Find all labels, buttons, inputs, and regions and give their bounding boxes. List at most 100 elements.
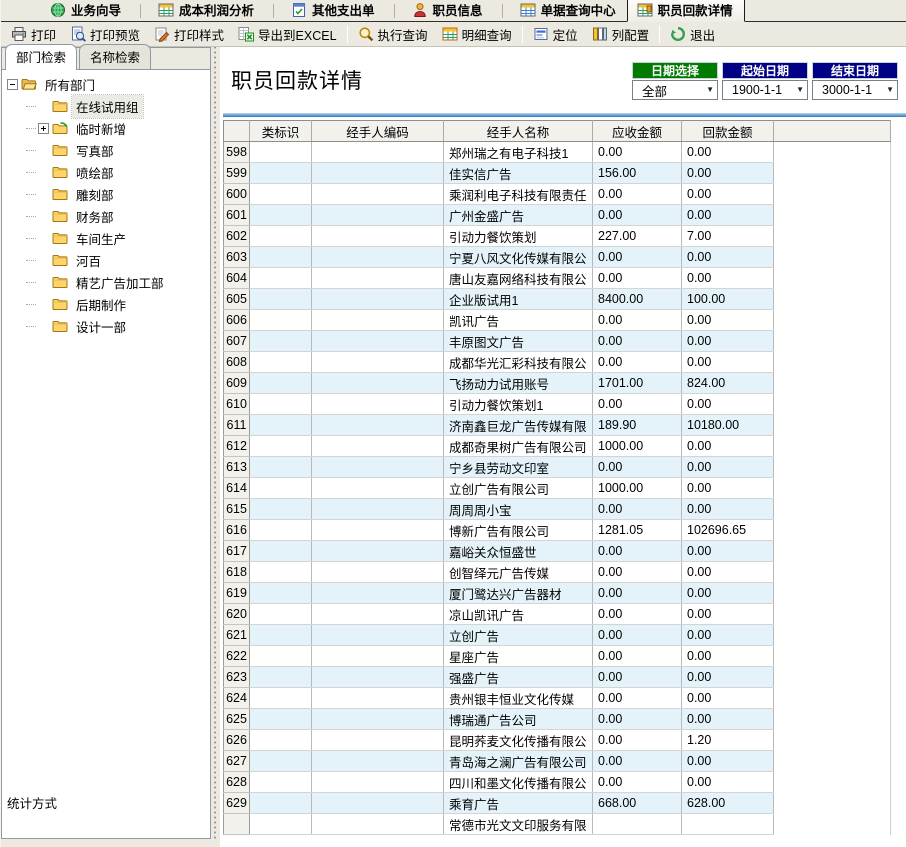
print-button[interactable]: 打印 xyxy=(4,22,63,47)
tree-item-9[interactable]: 精艺广告加工部 xyxy=(2,271,210,293)
type-flag-cell[interactable] xyxy=(250,289,312,310)
receivable-amount-cell[interactable]: 0.00 xyxy=(593,352,682,373)
handler-name-cell[interactable]: 成都华光汇彩科技有限公 xyxy=(444,352,593,373)
handler-name-cell[interactable]: 博瑞通广告公司 xyxy=(444,709,593,730)
row-number-cell[interactable]: 627 xyxy=(224,751,250,772)
tree-item-11[interactable]: 设计一部 xyxy=(2,315,210,337)
table-row[interactable]: 629乘育广告668.00628.00 xyxy=(224,793,891,814)
handler-name-cell[interactable]: 引动力餐饮策划 xyxy=(444,226,593,247)
row-number-cell[interactable]: 624 xyxy=(224,688,250,709)
handler-code-cell[interactable] xyxy=(312,499,444,520)
receivable-amount-cell[interactable]: 0.00 xyxy=(593,583,682,604)
handler-code-cell[interactable] xyxy=(312,163,444,184)
table-row[interactable]: 605企业版试用18400.00100.00 xyxy=(224,289,891,310)
handler-name-cell[interactable]: 昆明荞麦文化传播有限公 xyxy=(444,730,593,751)
type-flag-cell[interactable] xyxy=(250,562,312,583)
table-row[interactable]: 常德市光文文印服务有限 xyxy=(224,814,891,835)
handler-code-cell[interactable] xyxy=(312,667,444,688)
tree-item-3[interactable]: 写真部 xyxy=(2,139,210,161)
row-number-cell[interactable]: 609 xyxy=(224,373,250,394)
received-amount-cell[interactable]: 0.00 xyxy=(682,205,774,226)
receivable-amount-cell[interactable]: 156.00 xyxy=(593,163,682,184)
receivable-amount-cell[interactable]: 0.00 xyxy=(593,247,682,268)
handler-code-cell[interactable] xyxy=(312,688,444,709)
type-flag-cell[interactable] xyxy=(250,436,312,457)
tree-item-all-departments[interactable]: 所有部门 xyxy=(2,73,210,95)
expand-plus-icon[interactable] xyxy=(38,123,49,134)
handler-code-cell[interactable] xyxy=(312,331,444,352)
received-amount-cell[interactable]: 7.00 xyxy=(682,226,774,247)
table-row[interactable]: 606凯讯广告0.000.00 xyxy=(224,310,891,331)
sidebar-tab-name-search[interactable]: 名称检索 xyxy=(79,44,151,69)
type-flag-cell[interactable] xyxy=(250,310,312,331)
table-row[interactable]: 600乘润利电子科技有限责任0.000.00 xyxy=(224,184,891,205)
row-number-cell[interactable]: 605 xyxy=(224,289,250,310)
type-flag-cell[interactable] xyxy=(250,772,312,793)
handler-name-cell[interactable]: 厦门鹭达兴广告器材 xyxy=(444,583,593,604)
received-amount-cell[interactable]: 0.00 xyxy=(682,583,774,604)
tree-item-6[interactable]: 财务部 xyxy=(2,205,210,227)
export-excel-button[interactable]: 导出到EXCEL xyxy=(231,22,344,47)
handler-name-cell[interactable]: 创智绎元广告传媒 xyxy=(444,562,593,583)
handler-code-cell[interactable] xyxy=(312,352,444,373)
handler-name-cell[interactable]: 青岛海之澜广告有限公司 xyxy=(444,751,593,772)
type-flag-cell[interactable] xyxy=(250,247,312,268)
handler-code-cell[interactable] xyxy=(312,751,444,772)
table-row[interactable]: 625博瑞通广告公司0.000.00 xyxy=(224,709,891,730)
handler-name-cell[interactable]: 宁乡县劳动文印室 xyxy=(444,457,593,478)
row-number-cell[interactable]: 618 xyxy=(224,562,250,583)
handler-code-cell[interactable] xyxy=(312,604,444,625)
receivable-amount-cell[interactable]: 668.00 xyxy=(593,793,682,814)
receivable-amount-cell[interactable]: 0.00 xyxy=(593,205,682,226)
table-row[interactable]: 601广州金盛广告0.000.00 xyxy=(224,205,891,226)
handler-code-cell[interactable] xyxy=(312,142,444,163)
receivable-amount-cell[interactable]: 0.00 xyxy=(593,394,682,415)
table-row[interactable]: 624贵州银丰恒业文化传媒0.000.00 xyxy=(224,688,891,709)
received-amount-cell[interactable]: 102696.65 xyxy=(682,520,774,541)
received-amount-cell[interactable]: 0.00 xyxy=(682,499,774,520)
row-number-cell[interactable]: 602 xyxy=(224,226,250,247)
receivable-amount-cell[interactable]: 0.00 xyxy=(593,184,682,205)
type-flag-cell[interactable] xyxy=(250,226,312,247)
received-amount-cell[interactable]: 0.00 xyxy=(682,352,774,373)
handler-code-cell[interactable] xyxy=(312,226,444,247)
row-number-cell[interactable]: 600 xyxy=(224,184,250,205)
row-number-cell[interactable]: 613 xyxy=(224,457,250,478)
handler-code-cell[interactable] xyxy=(312,730,444,751)
received-amount-cell[interactable] xyxy=(682,814,774,835)
received-amount-cell[interactable]: 0.00 xyxy=(682,709,774,730)
handler-name-cell[interactable]: 济南鑫巨龙广告传媒有限 xyxy=(444,415,593,436)
table-row[interactable]: 617嘉峪关众恒盛世0.000.00 xyxy=(224,541,891,562)
handler-name-cell[interactable]: 丰原图文广告 xyxy=(444,331,593,352)
row-number-cell[interactable]: 622 xyxy=(224,646,250,667)
handler-name-cell[interactable]: 常德市光文文印服务有限 xyxy=(444,814,593,835)
handler-name-cell[interactable]: 佳实信广告 xyxy=(444,163,593,184)
type-flag-cell[interactable] xyxy=(250,142,312,163)
type-flag-cell[interactable] xyxy=(250,583,312,604)
handler-code-cell[interactable] xyxy=(312,772,444,793)
received-amount-cell[interactable]: 0.00 xyxy=(682,646,774,667)
received-amount-cell[interactable]: 10180.00 xyxy=(682,415,774,436)
locate-button[interactable]: 定位 xyxy=(526,22,585,47)
row-number-cell[interactable]: 628 xyxy=(224,772,250,793)
row-number-cell[interactable]: 599 xyxy=(224,163,250,184)
tab-document-query-center[interactable]: 单据查询中心 xyxy=(511,0,627,21)
table-row[interactable]: 620凉山凯讯广告0.000.00 xyxy=(224,604,891,625)
row-number-cell[interactable]: 604 xyxy=(224,268,250,289)
print-style-button[interactable]: 打印样式 xyxy=(147,22,231,47)
tree-item-2[interactable]: 临时新增 xyxy=(2,117,210,139)
handler-name-cell[interactable]: 强盛广告 xyxy=(444,667,593,688)
handler-code-cell[interactable] xyxy=(312,541,444,562)
table-row[interactable]: 616博新广告有限公司1281.05102696.65 xyxy=(224,520,891,541)
receivable-amount-cell[interactable]: 0.00 xyxy=(593,646,682,667)
row-number-cell[interactable]: 629 xyxy=(224,793,250,814)
print-preview-button[interactable]: 打印预览 xyxy=(63,22,147,47)
table-row[interactable]: 598郑州瑞之有电子科技10.000.00 xyxy=(224,142,891,163)
type-flag-cell[interactable] xyxy=(250,793,312,814)
row-number-cell[interactable]: 610 xyxy=(224,394,250,415)
receivable-amount-cell[interactable]: 0.00 xyxy=(593,499,682,520)
end-date-filter-combobox[interactable]: 3000-1-1▼ xyxy=(812,80,898,100)
handler-code-cell[interactable] xyxy=(312,625,444,646)
receivable-amount-cell[interactable]: 0.00 xyxy=(593,268,682,289)
tab-employee-payment-detail[interactable]: 职员回款详情 xyxy=(627,0,745,22)
